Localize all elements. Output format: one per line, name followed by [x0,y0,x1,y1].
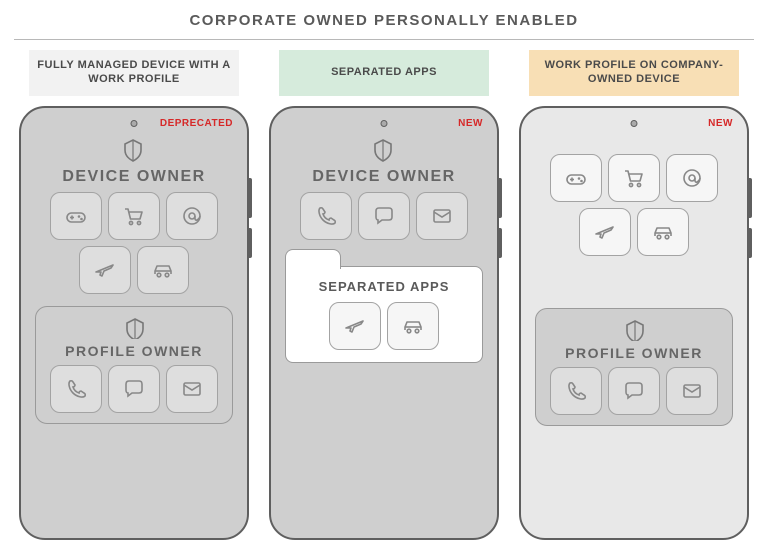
section-title: PROFILE OWNER [544,345,724,361]
phone-side-button [747,228,752,258]
status-badge: NEW [708,118,733,129]
app-icon-row [44,365,224,413]
column-label: FULLY MANAGED DEVICE WITH A WORK PROFILE [29,50,239,96]
section-title: DEVICE OWNER [285,168,483,186]
column-work-profile: WORK PROFILE ON COMPANY-OWNED DEVICE NEW… [514,50,754,540]
car-icon [137,246,189,294]
phone-side-button [497,228,502,258]
shield-icon [623,319,645,341]
car-icon [387,302,439,350]
phone-frame: NEW PROFILE OWNER [519,106,749,540]
phone-side-button [747,178,752,218]
phone-side-button [247,178,252,218]
mail-icon [166,365,218,413]
app-icon-row [296,302,472,350]
phone-icon [300,192,352,240]
gamepad-icon [50,192,102,240]
status-badge: NEW [458,118,483,129]
at-icon [166,192,218,240]
chat-icon [358,192,410,240]
section-title: DEVICE OWNER [35,168,233,186]
phone-frame: DEPRECATED DEVICE OWNER PROFILE OWNER [19,106,249,540]
app-icon-grid [35,192,233,294]
mail-icon [666,367,718,415]
at-icon [666,154,718,202]
section-title: PROFILE OWNER [44,343,224,359]
phone-speaker [131,120,138,127]
column-separated-apps: SEPARATED APPS NEW DEVICE OWNER SEPARATE… [264,50,504,540]
mail-icon [416,192,468,240]
separated-apps-folder: SEPARATED APPS [285,266,483,363]
divider [14,39,754,40]
phone-icon [50,365,102,413]
phone-speaker [381,120,388,127]
app-icon-row [285,192,483,240]
phone-speaker [631,120,638,127]
shield-icon [121,138,147,164]
cart-icon [108,192,160,240]
profile-owner-panel: PROFILE OWNER [35,306,233,424]
app-icon-row [544,367,724,415]
columns: FULLY MANAGED DEVICE WITH A WORK PROFILE… [14,50,754,540]
phone-icon [550,367,602,415]
column-label: WORK PROFILE ON COMPANY-OWNED DEVICE [529,50,739,96]
column-fully-managed: FULLY MANAGED DEVICE WITH A WORK PROFILE… [14,50,254,540]
gamepad-icon [550,154,602,202]
chat-icon [608,367,660,415]
plane-icon [579,208,631,256]
phone-frame: NEW DEVICE OWNER SEPARATED APPS [269,106,499,540]
plane-icon [329,302,381,350]
chat-icon [108,365,160,413]
status-badge: DEPRECATED [160,118,233,129]
app-icon-grid [535,154,733,256]
page-title: CORPORATE OWNED PERSONALLY ENABLED [14,6,754,39]
phone-side-button [247,228,252,258]
phone-side-button [497,178,502,218]
profile-owner-panel: PROFILE OWNER [535,308,733,426]
cart-icon [608,154,660,202]
shield-icon [123,317,145,339]
plane-icon [79,246,131,294]
shield-icon [371,138,397,164]
folder-title: SEPARATED APPS [296,279,472,294]
column-label: SEPARATED APPS [279,50,489,96]
car-icon [637,208,689,256]
